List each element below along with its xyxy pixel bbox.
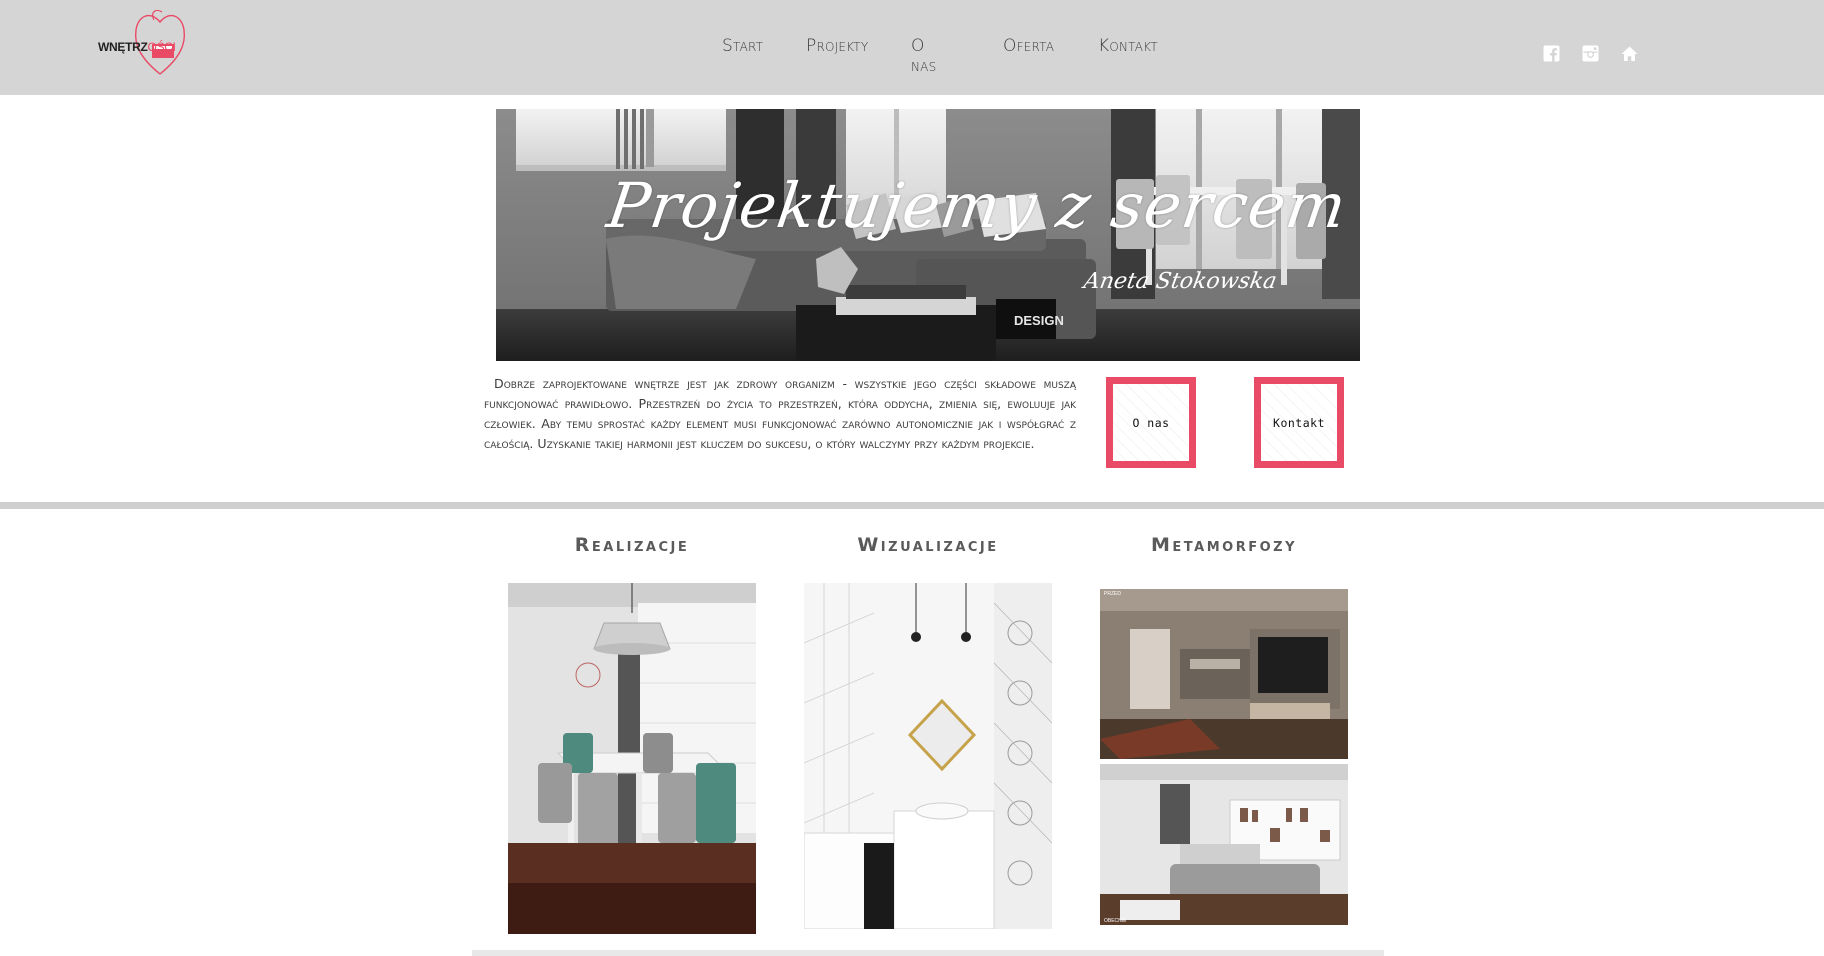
logo-text: WNĘTRZOŚCI: [98, 40, 176, 54]
hero-banner: DESIGN Projektujemy z sercem Aneta Stoko…: [496, 109, 1360, 361]
wizualizacje-title[interactable]: Wizualizacje: [803, 534, 1053, 556]
site-logo[interactable]: WNĘTRZOŚCI: [96, 6, 192, 78]
o-nas-button-label: O nas: [1132, 415, 1170, 430]
realizacje-thumbnail[interactable]: [508, 583, 756, 934]
bathroom-render: [804, 583, 1052, 929]
social-links: [1543, 45, 1638, 62]
dining-room-photo: [508, 583, 756, 934]
nav-start[interactable]: Start: [722, 36, 763, 56]
hero-book-label: DESIGN: [1014, 313, 1064, 328]
facebook-icon[interactable]: [1543, 45, 1560, 62]
instagram-icon[interactable]: [1582, 45, 1599, 62]
o-nas-button[interactable]: O nas: [1106, 377, 1196, 468]
after-label: OBECNIE: [1104, 918, 1127, 924]
nav-oferta[interactable]: Oferta: [1003, 36, 1054, 56]
hero-title: Projektujemy z sercem: [602, 169, 1352, 242]
realizacje-title[interactable]: Realizacje: [507, 534, 757, 556]
after-room-photo: OBECNIE: [1100, 764, 1348, 925]
nav-o-nas[interactable]: O nas: [911, 36, 936, 76]
section-divider: [0, 502, 1824, 509]
bottom-divider: [472, 950, 1384, 956]
kontakt-button[interactable]: Kontakt: [1254, 377, 1344, 468]
metamorfozy-after-thumbnail[interactable]: OBECNIE: [1100, 764, 1348, 925]
nav-kontakt[interactable]: Kontakt: [1098, 36, 1158, 56]
wizualizacje-thumbnail[interactable]: [804, 583, 1052, 929]
top-header: WNĘTRZOŚCI Start Projekty O nas Oferta K…: [0, 0, 1824, 95]
intro-paragraph: Dobrze zaprojektowane wnętrze jest jak z…: [484, 376, 1076, 451]
metamorfozy-title[interactable]: Metamorfozy: [1099, 534, 1349, 556]
home-icon[interactable]: [1621, 45, 1638, 62]
hero-signature: Aneta Stokowska: [1081, 269, 1279, 294]
kontakt-button-label: Kontakt: [1273, 415, 1325, 430]
metamorfozy-before-thumbnail[interactable]: PRZED: [1100, 589, 1348, 759]
before-room-photo: PRZED: [1100, 589, 1348, 759]
nav-projekty[interactable]: Projekty: [806, 36, 868, 56]
before-label: PRZED: [1104, 591, 1121, 597]
